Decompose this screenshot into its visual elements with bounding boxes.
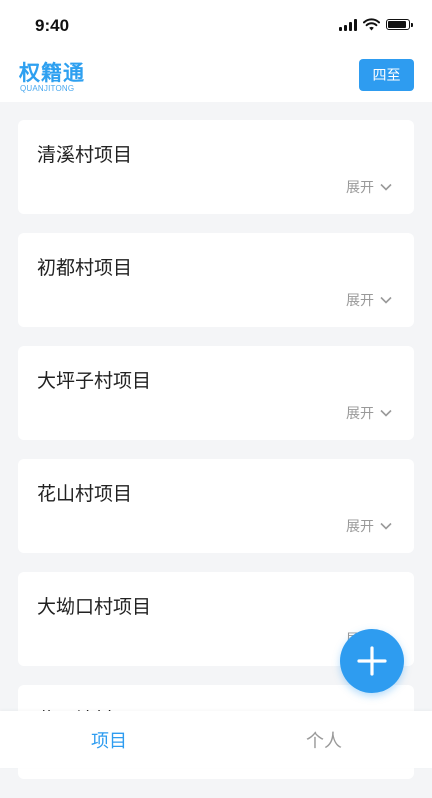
project-title: 大坳口村项目 bbox=[37, 596, 152, 618]
chevron-down-icon bbox=[380, 522, 392, 530]
status-bar: 9:40 bbox=[0, 0, 432, 52]
chevron-down-icon bbox=[380, 183, 392, 191]
chevron-down-icon bbox=[380, 296, 392, 304]
tab-projects[interactable]: 项目 bbox=[91, 727, 127, 753]
app-title: 权籍通 bbox=[19, 61, 85, 85]
expand-toggle[interactable]: 展开 bbox=[346, 516, 392, 536]
project-card[interactable]: 大坪子村项目 展开 bbox=[18, 346, 414, 440]
project-list: 清溪村项目 展开 初都村项目 展开 大坪子村项目 展开 花山村项目 展开 大坳口… bbox=[18, 120, 414, 798]
expand-toggle[interactable]: 展开 bbox=[346, 403, 392, 423]
project-card[interactable]: 清溪村项目 展开 bbox=[18, 120, 414, 214]
plus-icon bbox=[357, 646, 387, 676]
status-icons bbox=[339, 18, 413, 31]
add-project-button[interactable] bbox=[340, 629, 404, 693]
expand-toggle[interactable]: 展开 bbox=[346, 290, 392, 310]
expand-label: 展开 bbox=[346, 406, 374, 422]
signal-icon bbox=[339, 18, 357, 31]
battery-icon bbox=[386, 19, 413, 30]
project-card[interactable]: 初都村项目 展开 bbox=[18, 233, 414, 327]
project-title: 大坪子村项目 bbox=[37, 370, 152, 392]
expand-label: 展开 bbox=[346, 293, 374, 309]
expand-label: 展开 bbox=[346, 519, 374, 535]
expand-toggle[interactable]: 展开 bbox=[346, 177, 392, 197]
app-header: 权籍通 QUANJITONG 四至 bbox=[0, 52, 432, 102]
tab-personal[interactable]: 个人 bbox=[306, 727, 342, 753]
wifi-icon bbox=[363, 18, 380, 31]
expand-label: 展开 bbox=[346, 180, 374, 196]
status-time: 9:40 bbox=[35, 16, 70, 35]
project-title: 花山村项目 bbox=[37, 483, 133, 505]
chevron-down-icon bbox=[380, 409, 392, 417]
project-title: 清溪村项目 bbox=[37, 144, 133, 166]
region-button[interactable]: 四至 bbox=[359, 59, 414, 91]
app-subtitle: QUANJITONG bbox=[20, 84, 75, 93]
project-card[interactable]: 花山村项目 展开 bbox=[18, 459, 414, 553]
tab-bar: 项目 个人 bbox=[0, 711, 432, 768]
project-title: 初都村项目 bbox=[37, 257, 133, 279]
